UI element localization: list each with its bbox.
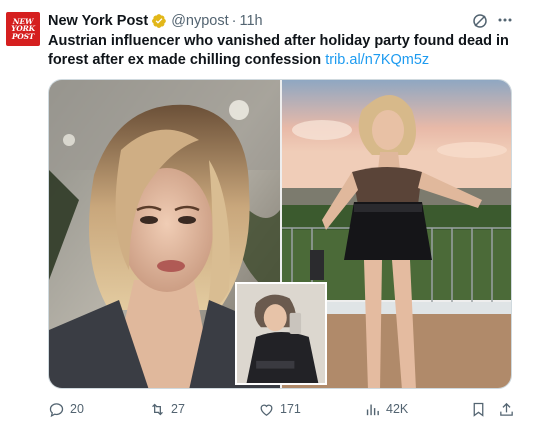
tweet-card[interactable]: NEW YORK POST New York Post @nypost · 11… xyxy=(0,0,533,429)
tweet-link[interactable]: trib.al/n7KQm5z xyxy=(325,52,429,68)
grok-icon[interactable] xyxy=(472,13,488,29)
tweet-header: New York Post @nypost · 11h xyxy=(48,11,263,31)
repost-icon xyxy=(152,403,163,415)
author-name[interactable]: New York Post xyxy=(48,13,148,29)
bookmark-icon xyxy=(473,402,484,417)
views-icon xyxy=(366,404,379,415)
avatar[interactable]: NEW YORK POST xyxy=(6,12,40,46)
action-bar: 20 27 171 42K xyxy=(48,398,518,420)
like-count: 171 xyxy=(280,402,301,416)
views-count: 42K xyxy=(386,402,409,416)
more-options-icon[interactable] xyxy=(496,11,514,29)
reply-icon xyxy=(49,402,64,417)
timestamp[interactable]: 11h xyxy=(240,13,263,29)
repost-count: 27 xyxy=(171,402,185,416)
reply-count: 20 xyxy=(70,402,84,416)
verified-badge-icon[interactable] xyxy=(151,13,167,29)
tweet-media[interactable] xyxy=(48,79,512,389)
tweet-text: Austrian influencer who vanished after h… xyxy=(48,32,518,69)
author-handle[interactable]: @nypost xyxy=(171,13,228,29)
heart-icon xyxy=(260,404,273,416)
tweet-body: Austrian influencer who vanished after h… xyxy=(48,33,509,68)
views-button[interactable]: 42K xyxy=(364,398,408,420)
bookmark-button[interactable] xyxy=(470,398,492,420)
like-button[interactable]: 171 xyxy=(258,398,301,420)
inset-photo[interactable] xyxy=(235,282,327,385)
avatar-text-line: POST xyxy=(11,31,35,41)
reply-button[interactable]: 20 xyxy=(48,398,84,420)
separator-dot: · xyxy=(231,13,237,29)
share-icon xyxy=(500,402,513,416)
share-button[interactable] xyxy=(498,398,520,420)
repost-button[interactable]: 27 xyxy=(149,398,185,420)
